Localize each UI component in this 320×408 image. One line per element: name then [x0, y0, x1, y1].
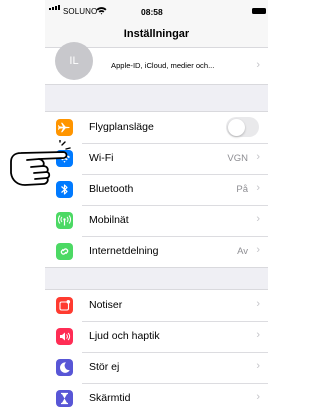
chevron-right-icon: ›: [256, 298, 260, 310]
moon-icon: [56, 359, 73, 376]
airplane-icon: [56, 119, 73, 136]
status-bar: SOLUNO 08:58: [45, 0, 268, 22]
chevron-right-icon: ›: [256, 59, 260, 71]
row-label: Bluetooth: [89, 183, 134, 195]
battery-icon: [252, 8, 266, 14]
apple-id-row[interactable]: IL Apple-ID, iCloud, medier och... ›: [45, 42, 268, 85]
row-label: Flygplansläge: [89, 121, 154, 133]
row-mobilnat[interactable]: Mobilnät ›: [45, 205, 268, 236]
avatar: IL: [55, 42, 93, 80]
hotspot-icon: [56, 243, 73, 260]
clock: 08:58: [141, 7, 163, 17]
carrier-name: SOLUNO: [63, 7, 98, 16]
row-label: Wi-Fi: [89, 152, 114, 164]
airplane-mode-toggle[interactable]: [226, 117, 259, 137]
chevron-right-icon: ›: [256, 360, 260, 372]
row-label: Skärmtid: [89, 392, 131, 404]
row-notiser[interactable]: Notiser ›: [45, 290, 268, 321]
row-label: Internetdelning: [89, 245, 159, 257]
row-label: Notiser: [89, 299, 123, 311]
row-label: Ljud och haptik: [89, 330, 160, 342]
row-value: På: [236, 184, 248, 195]
notifications-group: Notiser › Ljud och haptik › Stör ej › Sk…: [45, 289, 268, 408]
row-label: Mobilnät: [89, 214, 129, 226]
row-internetdelning[interactable]: Internetdelning Av ›: [45, 236, 268, 267]
row-label: Stör ej: [89, 361, 120, 373]
chevron-right-icon: ›: [256, 213, 260, 225]
row-value: Av: [237, 246, 248, 257]
pointing-hand-icon: [10, 140, 71, 186]
toggle-knob: [227, 118, 245, 136]
chevron-right-icon: ›: [256, 391, 260, 403]
page-title: Inställningar: [123, 28, 190, 40]
speaker-icon: [56, 328, 73, 345]
chevron-right-icon: ›: [256, 244, 260, 256]
row-flygplanslage[interactable]: Flygplansläge: [45, 112, 268, 143]
hourglass-icon: [56, 390, 73, 407]
wifi-status-icon: [96, 7, 107, 15]
row-stor-ej[interactable]: Stör ej ›: [45, 352, 268, 383]
apple-id-subtitle: Apple-ID, iCloud, medier och...: [111, 61, 215, 70]
antenna-icon: [56, 212, 73, 229]
settings-screen: SOLUNO 08:58 Inställningar IL Apple-ID, …: [45, 0, 268, 408]
notifications-icon: [56, 297, 73, 314]
chevron-right-icon: ›: [256, 329, 260, 341]
row-skarmtid[interactable]: Skärmtid ›: [45, 383, 268, 408]
chevron-right-icon: ›: [256, 182, 260, 194]
row-ljud-och-haptik[interactable]: Ljud och haptik ›: [45, 321, 268, 352]
chevron-right-icon: ›: [256, 151, 260, 163]
row-value: VGN: [227, 153, 248, 164]
